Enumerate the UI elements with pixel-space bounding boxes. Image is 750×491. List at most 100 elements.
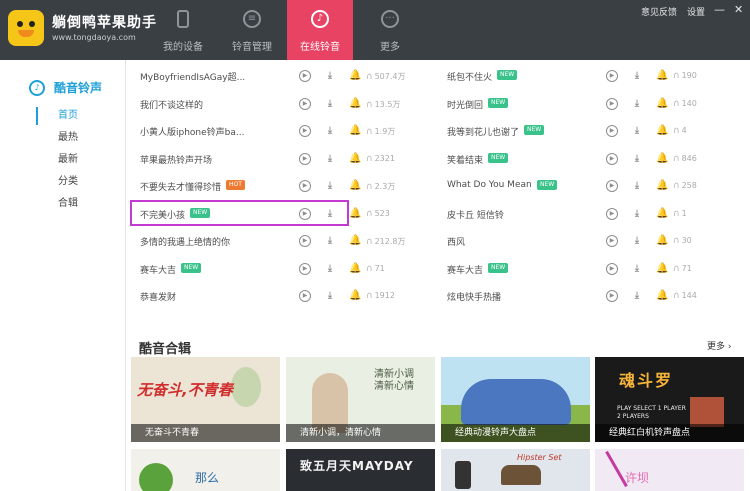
- bell-icon[interactable]: 🔔: [349, 290, 361, 302]
- play-icon[interactable]: ▶: [299, 235, 311, 247]
- ringtone-row[interactable]: 赛车大吉 NEW ▶ ⤓ 🔔 ∩ 71: [447, 255, 747, 283]
- ringtone-row[interactable]: 小黄人版iphone铃声ba... ▶ ⤓ 🔔 ∩ 1.9万: [140, 117, 440, 145]
- bell-icon[interactable]: 🔔: [349, 70, 361, 82]
- tab-more[interactable]: ··· 更多: [357, 0, 423, 60]
- ringtone-row[interactable]: 苹果最热铃声开场 ▶ ⤓ 🔔 ∩ 2321: [140, 145, 440, 173]
- bell-icon[interactable]: 🔔: [656, 98, 668, 110]
- bell-icon[interactable]: 🔔: [656, 180, 668, 192]
- ringtone-row[interactable]: 不要失去才懂得珍惜 HOT ▶ ⤓ 🔔 ∩ 2.3万: [140, 172, 440, 200]
- play-icon[interactable]: ▶: [606, 207, 618, 220]
- ringtone-row[interactable]: 皮卡丘 短信铃 ▶ ⤓ 🔔 ∩ 1: [447, 200, 747, 228]
- bell-icon[interactable]: 🔔: [349, 98, 361, 110]
- sidebar-item-hottest[interactable]: 最热: [36, 129, 116, 147]
- ringtone-row[interactable]: 我等到花儿也谢了 NEW ▶ ⤓ 🔔 ∩ 4: [447, 117, 747, 145]
- bell-icon[interactable]: 🔔: [349, 125, 361, 137]
- play-icon[interactable]: ▶: [299, 97, 311, 110]
- download-icon[interactable]: ⤓: [324, 263, 336, 275]
- collection-card[interactable]: 那么: [131, 449, 280, 491]
- play-icon[interactable]: ▶: [606, 290, 618, 302]
- headphone-icon: ∩: [366, 237, 373, 247]
- sidebar-item-home[interactable]: 首页: [36, 107, 116, 125]
- headphone-icon: ∩: [673, 236, 680, 246]
- collection-card[interactable]: Hipster Set: [441, 449, 590, 491]
- ringtone-row[interactable]: 笑着结束 NEW ▶ ⤓ 🔔 ∩ 846: [447, 145, 747, 173]
- ringtone-name: 炫电快手热播: [447, 293, 502, 303]
- ringtone-row[interactable]: 西风 ▶ ⤓ 🔔 ∩ 30: [447, 227, 747, 255]
- download-icon[interactable]: ⤓: [324, 125, 336, 137]
- ringtone-row[interactable]: What Do You Mean NEW ▶ ⤓ 🔔 ∩ 258: [447, 172, 747, 200]
- play-icon[interactable]: ▶: [606, 235, 618, 247]
- tab-online-ringtone[interactable]: ♪ 在线铃音: [287, 0, 353, 60]
- download-icon[interactable]: ⤓: [324, 235, 336, 247]
- bell-icon[interactable]: 🔔: [656, 153, 668, 165]
- collection-card[interactable]: 无奋斗,不青春 无奋斗不青春: [131, 357, 280, 442]
- play-icon[interactable]: ▶: [299, 262, 311, 275]
- play-icon[interactable]: ▶: [299, 180, 311, 192]
- bell-icon[interactable]: 🔔: [656, 70, 668, 82]
- tab-my-device[interactable]: 我的设备: [150, 0, 216, 60]
- play-icon[interactable]: ▶: [299, 290, 311, 302]
- play-icon[interactable]: ▶: [299, 152, 311, 165]
- download-icon[interactable]: ⤓: [324, 290, 336, 302]
- tab-ringtone-manage[interactable]: ≡ 铃音管理: [219, 0, 285, 60]
- bell-icon[interactable]: 🔔: [349, 153, 361, 165]
- play-icon[interactable]: ▶: [299, 70, 311, 82]
- bell-icon[interactable]: 🔔: [656, 290, 668, 302]
- play-icon[interactable]: ▶: [606, 180, 618, 192]
- bell-icon[interactable]: 🔔: [656, 263, 668, 275]
- bell-icon[interactable]: 🔔: [349, 263, 361, 275]
- play-count: ∩ 71: [366, 264, 385, 274]
- download-icon[interactable]: ⤓: [631, 208, 643, 220]
- download-icon[interactable]: ⤓: [631, 125, 643, 137]
- download-icon[interactable]: ⤓: [631, 290, 643, 302]
- sidebar-item-category[interactable]: 分类: [36, 173, 116, 191]
- play-icon[interactable]: ▶: [606, 262, 618, 275]
- download-icon[interactable]: ⤓: [324, 153, 336, 165]
- play-icon[interactable]: ▶: [606, 70, 618, 82]
- ringtone-row[interactable]: 我们不谈这样的 ▶ ⤓ 🔔 ∩ 13.5万: [140, 90, 440, 118]
- download-icon[interactable]: ⤓: [631, 153, 643, 165]
- ringtone-name: 恭喜发财: [140, 293, 177, 303]
- ringtone-row[interactable]: 纸包不住火 NEW ▶ ⤓ 🔔 ∩ 190: [447, 62, 747, 90]
- collection-card[interactable]: 经典动漫铃声大盘点: [441, 357, 590, 442]
- play-icon[interactable]: ▶: [606, 152, 618, 165]
- bell-icon[interactable]: 🔔: [656, 235, 668, 247]
- sidebar-title: 酷音铃声: [54, 81, 103, 95]
- download-icon[interactable]: ⤓: [324, 180, 336, 192]
- minimize-button[interactable]: —: [714, 3, 725, 16]
- ringtone-row[interactable]: 恭喜发财 ▶ ⤓ 🔔 ∩ 1912: [140, 282, 440, 310]
- ringtone-row[interactable]: 多情的我遇上绝情的你 ▶ ⤓ 🔔 ∩ 212.8万: [140, 227, 440, 255]
- sidebar-item-collections[interactable]: 合辑: [36, 195, 116, 213]
- ringtone-row[interactable]: MyBoyfriendIsAGay超... ▶ ⤓ 🔔 ∩ 507.4万: [140, 62, 440, 90]
- play-icon[interactable]: ▶: [606, 125, 618, 137]
- card-art-text: 致五月天MAYDAY: [300, 459, 414, 473]
- bell-icon[interactable]: 🔔: [349, 208, 361, 220]
- ringtone-row[interactable]: 时光倒回 NEW ▶ ⤓ 🔔 ∩ 140: [447, 90, 747, 118]
- download-icon[interactable]: ⤓: [631, 180, 643, 192]
- bell-icon[interactable]: 🔔: [349, 235, 361, 247]
- ringtone-row[interactable]: 赛车大吉 NEW ▶ ⤓ 🔔 ∩ 71: [140, 255, 440, 283]
- headphone-icon: ∩: [366, 291, 373, 301]
- play-icon[interactable]: ▶: [299, 125, 311, 137]
- download-icon[interactable]: ⤓: [324, 70, 336, 82]
- collection-card[interactable]: 许坝: [595, 449, 744, 491]
- download-icon[interactable]: ⤓: [324, 98, 336, 110]
- new-badge: NEW: [181, 262, 202, 273]
- ringtone-row[interactable]: 炫电快手热播 ▶ ⤓ 🔔 ∩ 144: [447, 282, 747, 310]
- download-icon[interactable]: ⤓: [631, 235, 643, 247]
- download-icon[interactable]: ⤓: [631, 70, 643, 82]
- collections-more-link[interactable]: 更多 ›: [707, 339, 731, 352]
- bell-icon[interactable]: 🔔: [656, 208, 668, 220]
- collection-card[interactable]: 魂斗罗 PLAY SELECT 1 PLAYER 2 PLAYERS 经典红白机…: [595, 357, 744, 442]
- sidebar-item-newest[interactable]: 最新: [36, 151, 116, 169]
- bell-icon[interactable]: 🔔: [349, 180, 361, 192]
- collection-card[interactable]: 清新小调 清新心情 清新小调，清新心情: [286, 357, 435, 442]
- play-icon[interactable]: ▶: [606, 97, 618, 110]
- feedback-link[interactable]: 意见反馈: [641, 5, 677, 18]
- close-button[interactable]: ✕: [734, 3, 743, 16]
- bell-icon[interactable]: 🔔: [656, 125, 668, 137]
- download-icon[interactable]: ⤓: [631, 98, 643, 110]
- settings-link[interactable]: 设置: [687, 5, 705, 18]
- download-icon[interactable]: ⤓: [631, 263, 643, 275]
- collection-card[interactable]: 致五月天MAYDAY: [286, 449, 435, 491]
